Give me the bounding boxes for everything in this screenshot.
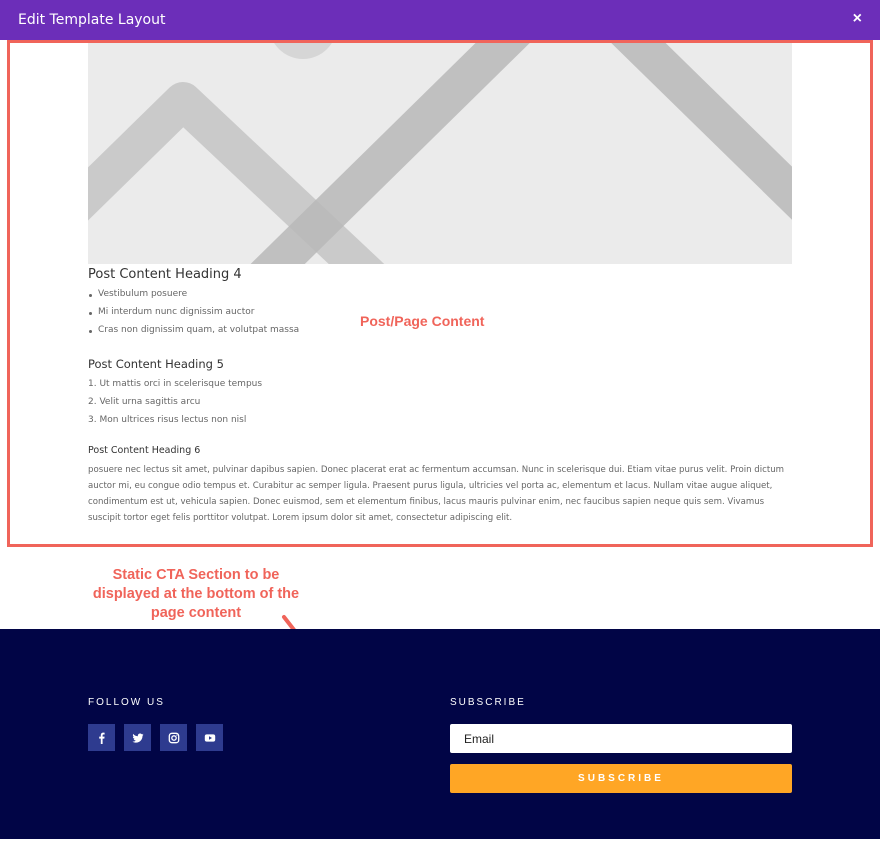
- image-placeholder: [88, 43, 792, 264]
- list-item: Vestibulum posuere: [88, 289, 299, 307]
- post-heading-5: Post Content Heading 5: [88, 357, 224, 371]
- twitter-icon: [132, 733, 143, 743]
- bullet-list: Vestibulum posuere Mi interdum nunc dign…: [88, 289, 299, 343]
- twitter-button[interactable]: [124, 724, 151, 751]
- list-item: 1. Ut mattis orci in scelerisque tempus: [88, 379, 263, 389]
- post-content-area[interactable]: Post Content Heading 4 Vestibulum posuer…: [7, 40, 873, 547]
- subscribe-heading: SUBSCRIBE: [450, 697, 526, 708]
- list-item: 2. Velit urna sagittis arcu: [88, 397, 201, 407]
- post-heading-4: Post Content Heading 4: [88, 267, 242, 282]
- close-icon[interactable]: ×: [853, 10, 862, 28]
- modal-title: Edit Template Layout: [18, 12, 166, 28]
- image-placeholder-icon: [88, 43, 792, 264]
- post-content-annotation: Post/Page Content: [360, 313, 485, 329]
- instagram-icon: [168, 732, 179, 743]
- post-heading-6: Post Content Heading 6: [88, 445, 201, 456]
- instagram-button[interactable]: [160, 724, 187, 751]
- list-item: 3. Mon ultrices risus lectus non nisl: [88, 415, 247, 425]
- youtube-icon: [204, 733, 215, 742]
- facebook-icon: [98, 732, 105, 744]
- follow-us-heading: FOLLOW US: [88, 697, 165, 708]
- cta-footer-section: FOLLOW US SUBSCRIBE SUBSCRIBE: [0, 629, 880, 839]
- facebook-button[interactable]: [88, 724, 115, 751]
- numbered-list: 1. Ut mattis orci in scelerisque tempus …: [88, 379, 262, 433]
- list-item: Cras non dignissim quam, at volutpat mas…: [88, 325, 299, 343]
- subscribe-button[interactable]: SUBSCRIBE: [450, 764, 792, 793]
- email-field[interactable]: [450, 724, 792, 753]
- modal-header: Edit Template Layout ×: [0, 0, 880, 40]
- youtube-button[interactable]: [196, 724, 223, 751]
- post-paragraph: posuere nec lectus sit amet, pulvinar da…: [88, 465, 785, 523]
- list-item: Mi interdum nunc dignissim auctor: [88, 307, 299, 325]
